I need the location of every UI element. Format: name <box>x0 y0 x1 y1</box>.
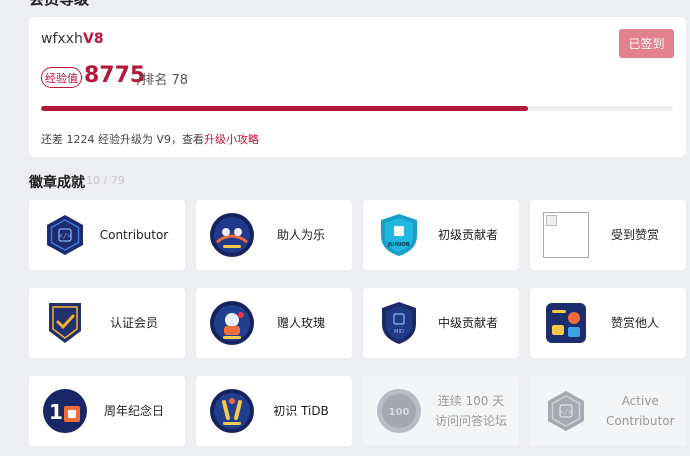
upgrade-note: 还差 1224 经验升级为 V9，查看升级小攻略 <box>41 131 259 147</box>
mid-shield-icon: MID <box>375 299 423 347</box>
upgrade-note-text: 还差 1224 经验升级为 V9，查看 <box>41 133 205 146</box>
badge-card-visit-streak[interactable]: 100 连续 100 天访问问答论坛 <box>363 376 519 446</box>
upgrade-guide-link[interactable]: 升级小攻略 <box>204 133 259 146</box>
badge-card-first-tidb[interactable]: 初识 TiDB <box>196 376 352 446</box>
svg-text:</>: </> <box>560 408 573 416</box>
svg-text:JUNIOR: JUNIOR <box>387 242 411 248</box>
badge-label: Active Contributor <box>606 394 675 428</box>
badge-card-mid-contributor[interactable]: MID 中级贡献者 <box>363 288 519 358</box>
badge-card-anniversary[interactable]: 1 周年纪念日 <box>29 376 185 446</box>
member-level-card: wfxxh V8 已签到 经验值 8775 /排名 78 还差 1224 经验升… <box>29 17 686 157</box>
badges-count: 10 / 79 <box>86 174 125 187</box>
badge-label: 助人为乐 <box>276 228 325 242</box>
badge-label: 初识 TiDB <box>273 404 329 418</box>
badge-card-rose[interactable]: 赠人玫瑰 <box>196 288 352 358</box>
badge-label: 初级贡献者 <box>437 228 498 242</box>
svg-text:MID: MID <box>394 329 404 335</box>
visit-streak-icon: 100 <box>375 387 423 435</box>
badge-card-appreciated[interactable]: 受到赞赏 <box>530 200 686 270</box>
badge-label: 受到赞赏 <box>610 228 659 242</box>
username: wfxxh <box>41 31 83 47</box>
svg-text:100: 100 <box>389 407 410 418</box>
appreciate-others-icon <box>542 299 590 347</box>
anniversary-icon: 1 <box>41 387 89 435</box>
badge-label: 赞赏他人 <box>610 316 659 330</box>
exp-progress-bar <box>41 106 673 111</box>
badge-card-active-contributor[interactable]: </> Active Contributor <box>530 376 686 446</box>
junior-shield-icon: JUNIOR <box>375 211 423 259</box>
rose-astronaut-icon <box>208 299 256 347</box>
svg-text:</>: </> <box>59 232 72 240</box>
helping-astronaut-icon <box>208 211 256 259</box>
active-contributor-icon: </> <box>542 387 590 435</box>
badge-card-certified[interactable]: 认证会员 <box>29 288 185 358</box>
badges-title: 徽章成就 <box>29 175 85 191</box>
badge-label: 中级贡献者 <box>437 316 498 330</box>
exp-badge: 经验值 <box>41 67 82 88</box>
first-tidb-icon <box>208 387 256 435</box>
svg-text:1: 1 <box>49 400 63 424</box>
badge-card-helping[interactable]: 助人为乐 <box>196 200 352 270</box>
section-title-member-level: 会员等级 <box>29 0 89 9</box>
badge-label: 认证会员 <box>109 316 158 330</box>
rank-text: /排名 78 <box>137 73 189 88</box>
badge-card-contributor[interactable]: </> Contributor <box>29 200 185 270</box>
member-level: V8 <box>83 31 104 47</box>
badge-card-appreciate-others[interactable]: 赞赏他人 <box>530 288 686 358</box>
certified-member-icon <box>41 299 89 347</box>
exp-progress-fill <box>41 106 528 111</box>
badge-label: 赠人玫瑰 <box>276 316 325 330</box>
badge-card-junior-contributor[interactable]: JUNIOR 初级贡献者 <box>363 200 519 270</box>
badge-label: Contributor <box>99 228 169 242</box>
broken-image-icon <box>542 211 590 259</box>
hexagon-code-icon: </> <box>41 211 89 259</box>
badge-label: 周年纪念日 <box>103 404 164 418</box>
badge-label: 连续 100 天访问问答论坛 <box>434 394 507 428</box>
checkin-button[interactable]: 已签到 <box>619 29 674 58</box>
